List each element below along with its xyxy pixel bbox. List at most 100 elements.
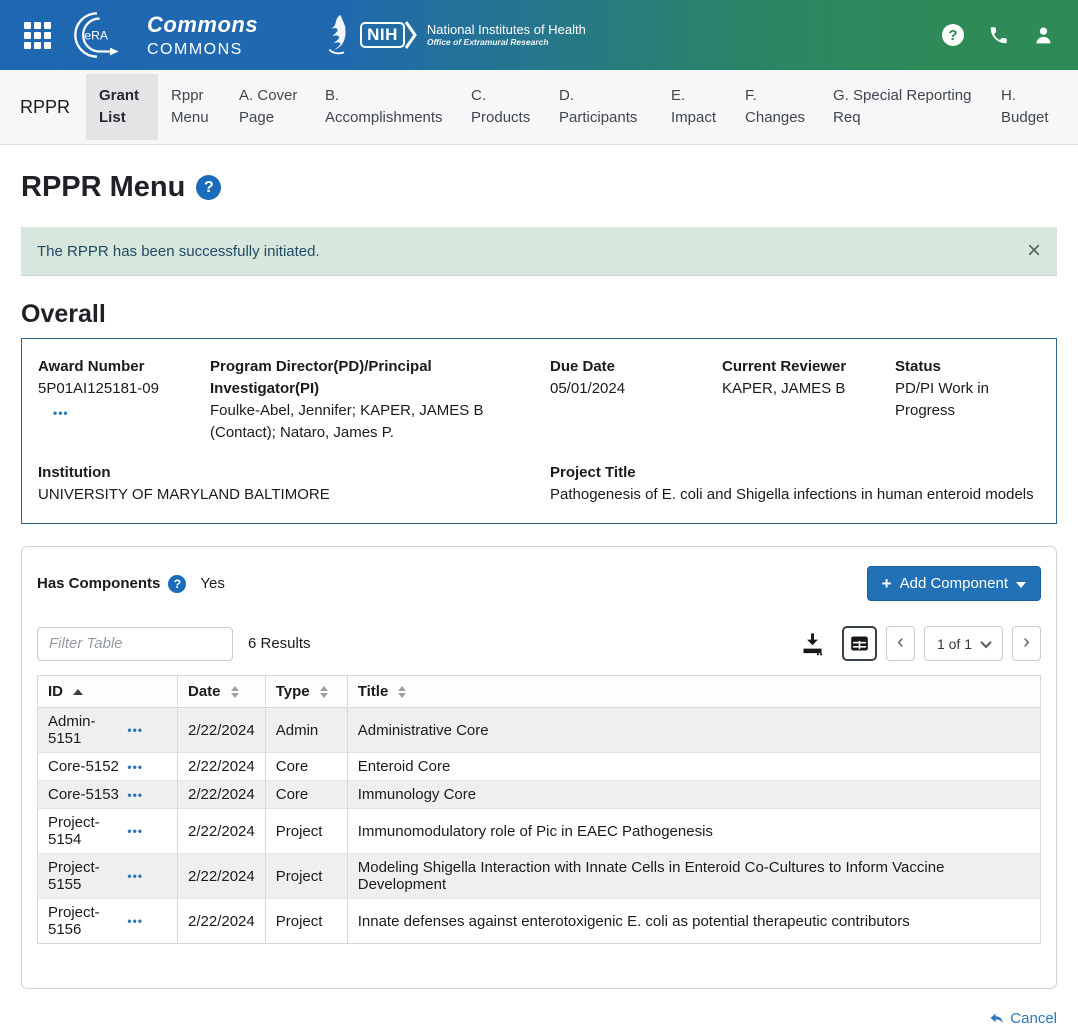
row-id: Project-5154	[48, 814, 127, 848]
cancel-label: Cancel	[1010, 1010, 1057, 1027]
award-number-label: Award Number	[38, 356, 210, 378]
top-banner: eRA Commons COMMONS NIH National Institu…	[0, 0, 1078, 70]
project-title-value: Pathogenesis of E. coli and Shigella inf…	[550, 484, 1040, 506]
chevron-right-icon: ›	[1023, 632, 1030, 652]
project-title-label: Project Title	[550, 462, 1040, 484]
status-value: PD/PI Work in Progress	[895, 378, 1040, 422]
tab-cover-page[interactable]: A. Cover Page	[226, 74, 312, 140]
plus-icon: +	[882, 575, 892, 592]
row-actions-menu[interactable]: •••	[127, 824, 143, 838]
row-type: Project	[265, 854, 347, 899]
brand-title: Commons	[147, 12, 258, 38]
table-row: Project-5156••• 2/22/2024 Project Innate…	[38, 899, 1041, 944]
components-table: ID Date Type Title Admin-5151••• 2/22/20…	[37, 675, 1041, 944]
sort-icon[interactable]	[320, 686, 328, 698]
sort-ascending-icon[interactable]	[73, 689, 83, 695]
has-components-help-icon[interactable]: ?	[168, 575, 186, 593]
award-number-field: Award Number 5P01AI125181-09 •••	[38, 356, 210, 444]
col-header-title: Title	[358, 683, 389, 700]
svg-text:eRA: eRA	[84, 28, 108, 42]
tab-impact[interactable]: E. Impact	[658, 74, 732, 140]
components-card: Has Components ? Yes + Add Component 6 R…	[21, 546, 1057, 989]
nih-logo-mark: NIH	[360, 22, 405, 48]
tab-participants[interactable]: D. Participants	[546, 74, 658, 140]
alert-close-icon[interactable]: ×	[1027, 239, 1041, 263]
row-actions-menu[interactable]: •••	[127, 788, 143, 802]
row-title: Enteroid Core	[347, 753, 1040, 781]
sort-icon[interactable]	[398, 686, 406, 698]
chevron-down-icon	[980, 636, 991, 647]
row-title: Immunology Core	[347, 781, 1040, 809]
success-alert: The RPPR has been successfully initiated…	[21, 227, 1057, 276]
caret-down-icon	[1016, 582, 1026, 588]
table-row: Admin-5151••• 2/22/2024 Admin Administra…	[38, 708, 1041, 753]
row-actions-menu[interactable]: •••	[127, 869, 143, 883]
table-row: Core-5153••• 2/22/2024 Core Immunology C…	[38, 781, 1041, 809]
filter-table-input[interactable]	[37, 627, 233, 661]
next-page-button[interactable]: ›	[1012, 626, 1041, 661]
era-logo[interactable]: eRA	[71, 9, 123, 61]
row-date: 2/22/2024	[178, 781, 266, 809]
tab-budget[interactable]: H. Budget	[988, 74, 1064, 140]
award-actions-menu[interactable]: •••	[53, 402, 210, 424]
pdpi-field: Program Director(PD)/Principal Investiga…	[210, 356, 550, 444]
tab-rppr-menu[interactable]: Rppr Menu	[158, 74, 226, 140]
nih-chevron-icon	[405, 20, 417, 50]
status-label: Status	[895, 356, 1040, 378]
table-row: Core-5152 ••• 2/22/2024 Core Enteroid Cor…	[38, 753, 1041, 781]
table-row: Project-5154••• 2/22/2024 Project Immuno…	[38, 809, 1041, 854]
row-type: Project	[265, 899, 347, 944]
col-header-id: ID	[48, 683, 63, 700]
download-icon[interactable]	[799, 630, 826, 657]
row-title: Innate defenses against enterotoxigenic …	[347, 899, 1040, 944]
row-actions-menu[interactable]: •••	[127, 760, 143, 774]
commons-brand[interactable]: Commons COMMONS	[147, 12, 258, 59]
current-reviewer-value: KAPER, JAMES B	[722, 378, 895, 400]
row-id: Admin-5151	[48, 713, 127, 747]
row-id: Core-5152	[48, 758, 119, 775]
due-date-value: 05/01/2024	[550, 378, 722, 400]
rppr-section-nav: RPPR Grant List Rppr Menu A. Cover Page …	[0, 70, 1078, 145]
row-actions-menu[interactable]: •••	[127, 914, 143, 928]
col-header-date: Date	[188, 683, 221, 700]
chevron-left-icon: ‹	[897, 632, 904, 652]
tab-grant-list[interactable]: Grant List	[86, 74, 158, 140]
sort-icon[interactable]	[231, 686, 239, 698]
row-date: 2/22/2024	[178, 753, 266, 781]
tab-special-reporting-req[interactable]: G. Special Reporting Req	[820, 74, 988, 140]
user-icon[interactable]	[1033, 25, 1054, 46]
institution-value: UNIVERSITY OF MARYLAND BALTIMORE	[38, 484, 550, 506]
add-component-button[interactable]: + Add Component	[867, 566, 1041, 601]
due-date-label: Due Date	[550, 356, 722, 378]
page-select[interactable]: 1 of 1	[924, 626, 1003, 661]
results-count: 6 Results	[248, 635, 311, 652]
table-row: Project-5155••• 2/22/2024 Project Modeli…	[38, 854, 1041, 899]
phone-icon[interactable]	[988, 25, 1009, 46]
tab-changes[interactable]: F. Changes	[732, 74, 820, 140]
page-help-icon[interactable]: ?	[196, 175, 221, 200]
hhs-eagle-icon	[320, 13, 348, 57]
cancel-link[interactable]: Cancel	[989, 1010, 1057, 1027]
alert-message: The RPPR has been successfully initiated…	[37, 243, 320, 260]
overall-summary-box: Award Number 5P01AI125181-09 ••• Program…	[21, 338, 1057, 524]
row-title: Administrative Core	[347, 708, 1040, 753]
institution-field: Institution UNIVERSITY OF MARYLAND BALTI…	[38, 462, 550, 506]
status-field: Status PD/PI Work in Progress	[895, 356, 1040, 444]
has-components-label: Has Components	[37, 575, 160, 592]
tab-products[interactable]: C. Products	[458, 74, 546, 140]
pdpi-label: Program Director(PD)/Principal Investiga…	[210, 356, 528, 400]
prev-page-button[interactable]: ‹	[886, 626, 915, 661]
apps-grid-icon[interactable]	[24, 22, 51, 49]
era-logo-icon: eRA	[71, 9, 123, 61]
pdpi-value: Foulke-Abel, Jennifer; KAPER, JAMES B (C…	[210, 400, 528, 444]
table-view-button[interactable]	[842, 626, 877, 661]
due-date-field: Due Date 05/01/2024	[550, 356, 722, 444]
row-actions-menu[interactable]: •••	[127, 723, 143, 737]
nih-subtitle: Office of Extramural Research	[427, 38, 586, 48]
tab-accomplishments[interactable]: B. Accomplishments	[312, 74, 458, 140]
help-icon[interactable]: ?	[942, 24, 964, 46]
table-grid-icon	[849, 633, 870, 654]
current-reviewer-field: Current Reviewer KAPER, JAMES B	[722, 356, 895, 444]
row-date: 2/22/2024	[178, 899, 266, 944]
row-type: Core	[265, 753, 347, 781]
